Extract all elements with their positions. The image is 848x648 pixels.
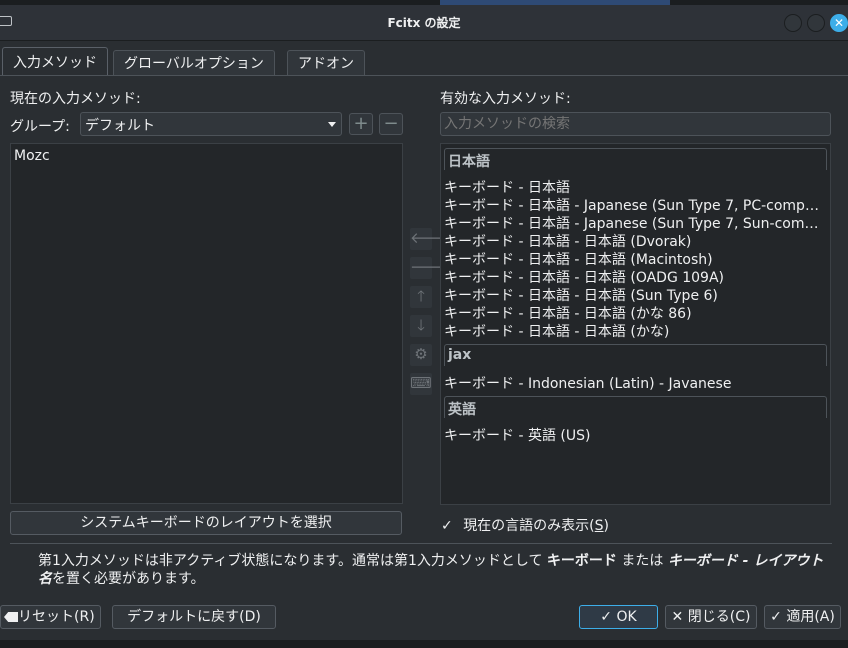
add-im-button[interactable]: + [349,113,373,135]
list-item[interactable]: キーボード - Indonesian (Latin) - Javanese [444,375,827,393]
ok-label: OK [616,609,637,625]
keyboard-icon: ⌨ [410,374,432,392]
close-window-button[interactable]: ✕ [830,14,848,32]
group-combobox[interactable]: デフォルト [80,112,342,136]
tab-addons[interactable]: アドオン [287,50,365,76]
search-input[interactable] [440,112,831,136]
tab-global-options[interactable]: グローバルオプション [113,50,275,76]
reset-label: リセット(R) [18,609,95,625]
note-part: を置く必要があります。 [52,571,205,587]
mnemonic-key: S [594,518,604,534]
tab-input-method[interactable]: 入力メソッド [2,47,108,76]
apply-label: 適用(A) [786,609,835,625]
list-item[interactable]: キーボード - 日本語 - Japanese (Sun Type 7, Sun-… [444,215,827,233]
group-header-japanese[interactable]: 日本語 [444,148,827,170]
ok-button[interactable]: ✓ OK [579,605,658,629]
check-icon: ✓ [770,609,782,625]
list-item[interactable]: キーボード - 日本語 - 日本語 (Macintosh) [444,251,827,269]
list-item[interactable]: キーボード - 日本語 - 日本語 (Dvorak) [444,233,827,251]
list-item[interactable]: キーボード - 日本語 - Japanese (Sun Type 7, PC-c… [444,197,827,215]
arrow-up-icon: 🡑 [417,287,425,305]
remove-im-button[interactable]: − [379,113,403,135]
list-item[interactable]: キーボード - 日本語 - 日本語 (かな) [444,323,827,341]
only-current-language-checkbox[interactable]: ✓ 現在の言語のみ表示(S) [441,515,609,535]
arrow-down-icon: 🡓 [417,316,425,334]
current-im-heading: 現在の入力メソッド: [10,91,141,107]
move-left-button[interactable]: 🡐 [410,228,450,250]
move-down-button[interactable]: 🡓 [410,315,432,337]
note-part: 第1入力メソッドは非アクティブ状態になります。通常は第1入力メソッドとして [38,553,547,569]
select-keyboard-layout-button[interactable]: システムキーボードのレイアウトを選択 [10,511,402,535]
info-note: 第1入力メソッドは非アクティブ状態になります。通常は第1入力メソッドとして キー… [10,543,832,593]
group-header-english[interactable]: 英語 [444,396,827,418]
configure-button[interactable]: ⚙ [410,344,432,366]
close-button[interactable]: ✕ 閉じる(C) [665,605,757,629]
list-item[interactable]: キーボード - 日本語 [444,179,827,197]
group-label: グループ: [10,119,70,135]
minus-icon: − [383,113,399,134]
top-edge [0,0,848,5]
apply-button[interactable]: ✓ 適用(A) [764,605,841,629]
move-right-button[interactable]: 🡒 [410,257,450,279]
backspace-icon [4,612,18,622]
plus-icon: + [353,113,369,134]
chevron-down-icon [328,122,336,127]
available-im-heading: 有効な入力メソッド: [440,91,571,107]
minimize-button[interactable] [784,14,802,32]
list-item[interactable]: キーボード - 日本語 - 日本語 (かな 86) [444,305,827,323]
gear-icon: ⚙ [414,345,428,363]
check-icon: ✓ [600,609,613,625]
note-part: または [616,553,668,569]
mnemonic-close: ) [603,518,610,534]
list-item[interactable]: キーボード - 日本語 - 日本語 (OADG 109A) [444,269,827,287]
keyboard-layout-button[interactable]: ⌨ [410,373,432,395]
note-text: 第1入力メソッドは非アクティブ状態になります。通常は第1入力メソッドとして キー… [38,552,828,588]
only-current-language-label: 現在の言語のみ表示( [463,518,595,534]
top-accent [440,0,670,5]
bottom-edge [0,640,848,648]
group-combobox-value: デフォルト [85,118,155,134]
group-header-jax[interactable]: jax [444,344,827,366]
move-up-button[interactable]: 🡑 [410,286,432,308]
checkmark-icon: ✓ [441,518,453,534]
list-item[interactable]: キーボード - 英語 (US) [444,427,827,445]
maximize-button[interactable] [807,14,825,32]
restore-defaults-button[interactable]: デフォルトに戻す(D) [112,605,276,629]
frame-divider [0,40,848,41]
window-title: Fcitx の設定 [387,16,461,30]
current-im-list[interactable]: Mozc [10,143,403,504]
list-item[interactable]: Mozc [14,148,50,164]
list-item[interactable]: キーボード - 日本語 - 日本語 (Sun Type 6) [444,287,827,305]
reset-button[interactable]: リセット(R) [0,605,101,629]
note-bold: キーボード [546,553,617,569]
close-label: 閉じる(C) [687,609,751,625]
x-icon: ✕ [671,609,684,625]
